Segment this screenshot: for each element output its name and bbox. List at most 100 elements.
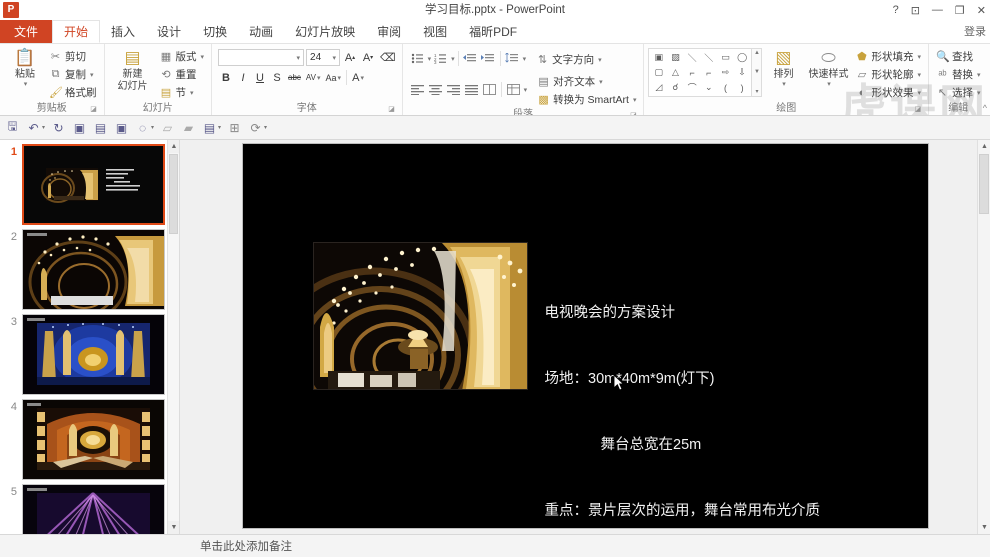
thumbnail-slide-1[interactable]: 1 (0, 140, 179, 225)
thumbnail-image[interactable] (22, 314, 165, 395)
shape-item[interactable]: ⌒ (684, 80, 701, 95)
insert-shape-caret-icon[interactable]: ▾ (151, 124, 154, 131)
gallery-scroll-up-icon[interactable]: ▲ (754, 50, 760, 56)
thumbnail-image[interactable] (22, 484, 165, 534)
ungroup-objects-button[interactable]: ▰ (179, 118, 198, 137)
shrink-font-button[interactable]: A ▾ (360, 49, 376, 66)
copy-caret-icon[interactable]: ▾ (90, 71, 94, 79)
gallery-scroll-down-icon[interactable]: ▼ (754, 69, 760, 75)
shape-item[interactable]: △ (667, 65, 684, 80)
paste-button[interactable]: 📋 粘贴 ▾ (4, 46, 46, 88)
new-slide-button[interactable]: ▤ 新建 幻灯片 (109, 46, 157, 92)
shape-item[interactable]: ◯ (734, 50, 751, 65)
paste-caret-icon[interactable]: ▾ (24, 80, 28, 88)
line-spacing-button[interactable] (504, 51, 521, 67)
thumbnail-slide-2[interactable]: 2 (0, 225, 179, 310)
shape-item[interactable]: ⇨ (717, 65, 734, 80)
slide-editing-stage[interactable]: 电视晚会的方案设计 场地：30m*40m*9m(灯下) 舞台总宽在25m 重点：… (180, 140, 990, 534)
arrange-button[interactable]: ▧ 排列 ▾ (762, 46, 804, 88)
shape-item[interactable]: ⌐ (684, 65, 701, 80)
thumbnail-image[interactable] (22, 399, 165, 480)
shape-fill-button[interactable]: ⬟ 形状填充 ▾ (852, 48, 924, 65)
shape-item[interactable]: ＼ (684, 50, 701, 65)
rotate-objects-button[interactable]: ⟳ (246, 118, 265, 137)
drawing-dialog-launcher[interactable]: ◪ (914, 106, 922, 114)
decrease-indent-button[interactable] (462, 51, 479, 67)
close-button[interactable]: ✕ (977, 4, 986, 17)
replace-button[interactable]: ᵃᵇ 替换 ▾ (933, 66, 984, 83)
columns-button[interactable] (481, 82, 498, 98)
strikethrough-button[interactable]: abc (286, 69, 303, 86)
font-dialog-launcher[interactable]: ◪ (388, 106, 396, 114)
notes-placeholder[interactable]: 单击此处添加备注 (200, 538, 292, 554)
shape-item[interactable]: ▢ (650, 65, 667, 80)
shape-effects-button[interactable]: ◐ 形状效果 ▾ (852, 84, 924, 101)
thumbnail-scroll-up-icon[interactable]: ▲ (168, 140, 179, 153)
slide-stage-photo[interactable] (312, 242, 528, 390)
tab-slideshow[interactable]: 幻灯片放映 (284, 20, 366, 43)
shapes-gallery-scrollbar[interactable]: ▲ ▼ ▾ (752, 48, 763, 97)
current-slide[interactable]: 电视晚会的方案设计 场地：30m*40m*9m(灯下) 舞台总宽在25m 重点：… (241, 143, 929, 529)
justify-button[interactable] (463, 82, 480, 98)
scroll-down-icon[interactable]: ▼ (978, 521, 990, 534)
signin-link[interactable]: 登录 (964, 20, 986, 44)
tab-view[interactable]: 视图 (412, 20, 458, 43)
character-spacing-button[interactable]: AV ▾ (304, 69, 323, 86)
text-direction-button[interactable]: ⇅ 文字方向 ▾ (533, 51, 605, 68)
format-painter-qat-caret-icon[interactable]: ▾ (218, 124, 221, 131)
shape-item[interactable]: ＼ (700, 50, 717, 65)
format-painter-qat-button[interactable]: ▤ (200, 118, 219, 137)
numbering-caret-icon[interactable]: ▾ (451, 55, 455, 63)
font-name-caret-icon[interactable]: ▾ (297, 54, 301, 62)
start-from-beginning-button[interactable]: ▣ (70, 118, 89, 137)
shape-item[interactable]: ⇩ (734, 65, 751, 80)
bold-button[interactable]: B (218, 69, 234, 86)
start-from-current-button[interactable]: ▤ (91, 118, 110, 137)
change-case-button[interactable]: Aa ▾ (324, 69, 344, 86)
qat-more-icon[interactable]: ▾ (264, 124, 267, 131)
format-painter-button[interactable]: 🖌 格式刷 (46, 84, 100, 101)
quick-styles-button[interactable]: ⬭ 快速样式 ▾ (804, 46, 852, 88)
save-button[interactable]: 🖫 (3, 118, 22, 137)
font-color-button[interactable]: A ▾ (350, 69, 366, 86)
bullets-button[interactable] (409, 51, 426, 67)
align-text-button[interactable]: ▤ 对齐文本 ▾ (534, 73, 639, 90)
find-button[interactable]: 🔍 查找 (933, 48, 984, 65)
text-shadow-button[interactable]: S (269, 69, 285, 86)
align-center-button[interactable] (427, 82, 444, 98)
thumbnail-slide-5[interactable]: 5 (0, 480, 179, 534)
slide-body-text[interactable]: 电视晚会的方案设计 场地：30m*40m*9m(灯下) 舞台总宽在25m 重点：… (545, 258, 895, 528)
convert-smartart-button[interactable]: ▩ 转换为 SmartArt ▾ (534, 91, 639, 108)
thumbnail-scrollbar-thumb[interactable] (169, 154, 178, 234)
increase-indent-button[interactable] (480, 51, 497, 67)
paragraph-dialog-launcher[interactable]: ◪ (629, 112, 637, 115)
layout-caret-icon[interactable]: ▾ (201, 53, 205, 61)
thumbnail-scrollbar[interactable]: ▲ ▼ (167, 140, 179, 534)
font-size-caret-icon[interactable]: ▾ (333, 54, 337, 62)
font-size-input[interactable]: 24 ▾ (306, 49, 341, 66)
align-right-button[interactable] (445, 82, 462, 98)
tab-transitions[interactable]: 切换 (192, 20, 238, 43)
numbering-button[interactable]: 123 (432, 51, 449, 67)
shapes-gallery[interactable]: ▣ ▨ ＼ ＼ ▭ ◯ ▢ △ ⌐ ⌐ ⇨ ⇩ ◿ ☌ ⌒ ⌄ () (648, 48, 753, 97)
tab-insert[interactable]: 插入 (100, 20, 146, 43)
help-icon[interactable]: ? (893, 4, 899, 16)
minimize-button[interactable]: — (932, 4, 943, 16)
collapse-ribbon-button[interactable]: ^ (983, 103, 987, 113)
convert-table-button[interactable] (505, 82, 522, 98)
tab-file[interactable]: 文件 (0, 20, 53, 43)
italic-button[interactable]: I (235, 69, 251, 86)
shape-item[interactable]: ⌄ (700, 80, 717, 95)
insert-picture-button[interactable]: ▣ (112, 118, 131, 137)
select-button[interactable]: ↖ 选择 ▾ (933, 84, 984, 101)
underline-button[interactable]: U (252, 69, 268, 86)
bullets-caret-icon[interactable]: ▾ (428, 55, 432, 63)
group-objects-button[interactable]: ▱ (158, 118, 177, 137)
grow-font-button[interactable]: A ▴ (342, 49, 358, 66)
line-spacing-caret-icon[interactable]: ▾ (523, 55, 527, 63)
redo-button[interactable]: ↻ (49, 118, 68, 137)
slide-thumbnail-pane[interactable]: 1 2 3 4 5 ▲ ▼ (0, 140, 180, 534)
shape-item[interactable]: ▨ (667, 50, 684, 65)
tab-review[interactable]: 审阅 (366, 20, 412, 43)
shape-item[interactable]: ( (717, 80, 734, 95)
